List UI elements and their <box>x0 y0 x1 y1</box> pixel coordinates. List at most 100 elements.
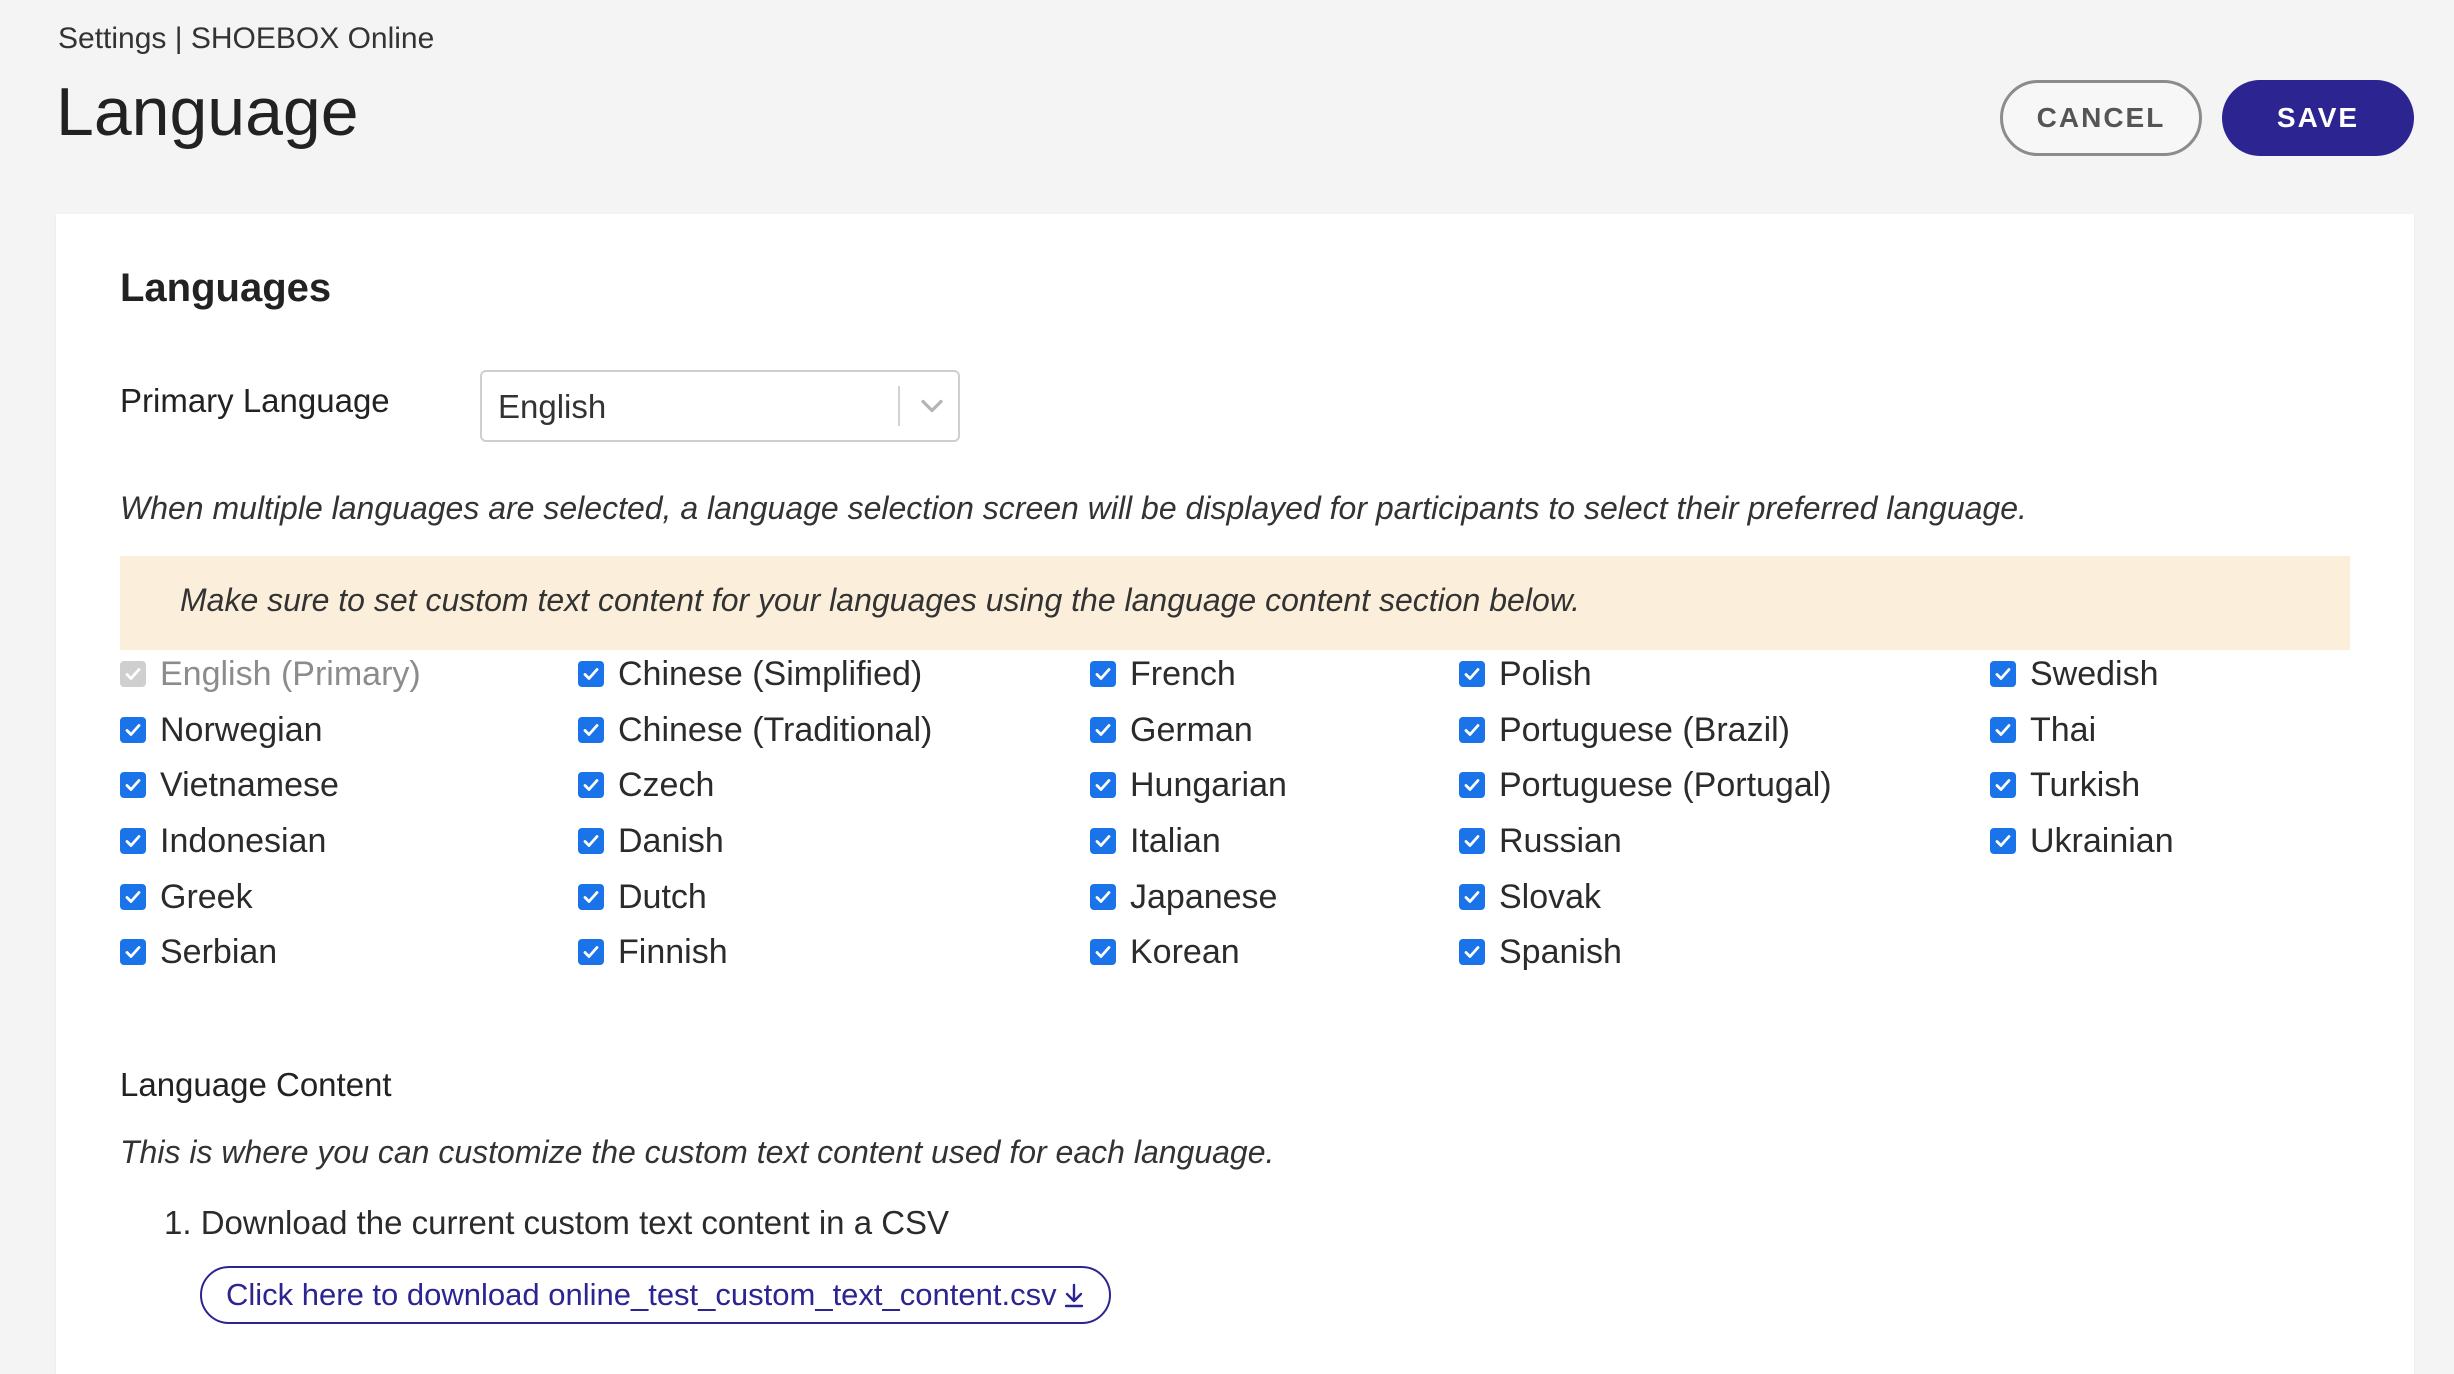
language-checkbox[interactable] <box>120 939 146 965</box>
language-label: German <box>1130 710 1253 749</box>
language-label: Turkish <box>2030 765 2141 804</box>
language-label: Norwegian <box>160 710 323 749</box>
language-label: Portuguese (Brazil) <box>1499 710 1791 749</box>
language-checkbox[interactable] <box>578 828 604 854</box>
language-option[interactable]: Russian <box>1459 816 1622 866</box>
language-option[interactable]: Chinese (Traditional) <box>578 705 932 755</box>
language-option[interactable]: Hungarian <box>1090 760 1287 810</box>
multi-language-info: When multiple languages are selected, a … <box>120 490 2027 526</box>
language-label: English (Primary) <box>160 654 421 693</box>
language-label: Polish <box>1499 654 1592 693</box>
language-checkbox[interactable] <box>1090 828 1116 854</box>
banner-text: Make sure to set custom text content for… <box>180 582 1580 618</box>
language-label: Thai <box>2030 710 2097 749</box>
language-label: Japanese <box>1130 877 1278 916</box>
language-label: Czech <box>618 765 715 804</box>
language-checkbox <box>120 661 146 687</box>
language-checkbox[interactable] <box>1459 884 1485 910</box>
language-checkbox[interactable] <box>578 661 604 687</box>
cancel-button[interactable]: CANCEL <box>2000 80 2202 156</box>
language-label: Italian <box>1130 821 1221 860</box>
download-csv-label: Click here to download online_test_custo… <box>226 1277 1057 1312</box>
language-label: Korean <box>1130 932 1240 971</box>
language-option[interactable]: Czech <box>578 760 714 810</box>
language-option: English (Primary) <box>120 649 421 699</box>
language-label: Serbian <box>160 932 278 971</box>
language-content-description: This is where you can customize the cust… <box>120 1134 1275 1170</box>
language-checkbox[interactable] <box>578 772 604 798</box>
language-checkbox[interactable] <box>120 884 146 910</box>
language-checkbox[interactable] <box>578 939 604 965</box>
language-checkbox[interactable] <box>1459 828 1485 854</box>
language-checkbox[interactable] <box>578 717 604 743</box>
download-csv-button[interactable]: Click here to download online_test_custo… <box>200 1266 1111 1324</box>
language-option[interactable]: Turkish <box>1990 760 2140 810</box>
breadcrumb: Settings | SHOEBOX Online <box>58 22 435 55</box>
language-checkbox[interactable] <box>120 772 146 798</box>
language-option[interactable]: Thai <box>1990 705 2096 755</box>
language-option[interactable]: Vietnamese <box>120 760 339 810</box>
language-checkbox[interactable] <box>1090 717 1116 743</box>
language-option[interactable]: Indonesian <box>120 816 326 866</box>
language-label: Chinese (Simplified) <box>618 654 923 693</box>
language-label: Greek <box>160 877 253 916</box>
section-title-languages: Languages <box>120 266 332 310</box>
language-label: French <box>1130 654 1236 693</box>
languages-card: Languages Primary Language English When … <box>56 214 2414 1374</box>
language-checkbox[interactable] <box>1990 772 2016 798</box>
language-checkbox[interactable] <box>1990 661 2016 687</box>
language-option[interactable]: German <box>1090 705 1253 755</box>
primary-language-value: English <box>498 388 607 425</box>
language-label: Indonesian <box>160 821 327 860</box>
save-button[interactable]: SAVE <box>2222 80 2414 156</box>
download-arrow-icon <box>1064 1283 1083 1308</box>
language-label: Swedish <box>2030 654 2159 693</box>
language-checkbox[interactable] <box>1459 717 1485 743</box>
language-option[interactable]: Dutch <box>578 872 707 922</box>
language-checkbox[interactable] <box>1090 772 1116 798</box>
language-option[interactable]: French <box>1090 649 1236 699</box>
page-title: Language <box>56 74 359 150</box>
language-checkbox[interactable] <box>578 884 604 910</box>
language-label: Finnish <box>618 932 728 971</box>
language-option[interactable]: Greek <box>120 872 253 922</box>
primary-language-label: Primary Language <box>120 382 390 419</box>
language-checkbox[interactable] <box>120 717 146 743</box>
language-option[interactable]: Portuguese (Portugal) <box>1459 760 1832 810</box>
language-option[interactable]: Polish <box>1459 649 1592 699</box>
language-option[interactable]: Finnish <box>578 927 728 977</box>
language-checkbox[interactable] <box>1459 939 1485 965</box>
primary-language-select[interactable]: English <box>480 370 960 442</box>
language-option[interactable]: Korean <box>1090 927 1240 977</box>
language-option[interactable]: Ukrainian <box>1990 816 2174 866</box>
language-option[interactable]: Swedish <box>1990 649 2159 699</box>
language-label: Portuguese (Portugal) <box>1499 765 1832 804</box>
language-label: Dutch <box>618 877 707 916</box>
chevron-down-icon[interactable] <box>914 388 950 424</box>
language-option[interactable]: Chinese (Simplified) <box>578 649 922 699</box>
language-label: Ukrainian <box>2030 821 2174 860</box>
language-label: Spanish <box>1499 932 1622 971</box>
section-title-language-content: Language Content <box>120 1066 392 1103</box>
language-label: Slovak <box>1499 877 1602 916</box>
language-option[interactable]: Norwegian <box>120 705 323 755</box>
language-option[interactable]: Italian <box>1090 816 1221 866</box>
language-checkbox[interactable] <box>1990 717 2016 743</box>
language-option[interactable]: Spanish <box>1459 927 1622 977</box>
language-option[interactable]: Japanese <box>1090 872 1277 922</box>
language-label: Vietnamese <box>160 765 339 804</box>
language-checkbox[interactable] <box>1090 661 1116 687</box>
language-option[interactable]: Serbian <box>120 927 277 977</box>
language-label: Russian <box>1499 821 1622 860</box>
language-checkbox[interactable] <box>1459 661 1485 687</box>
language-option[interactable]: Danish <box>578 816 724 866</box>
language-option[interactable]: Slovak <box>1459 872 1601 922</box>
language-label: Danish <box>618 821 724 860</box>
language-checkbox[interactable] <box>1090 939 1116 965</box>
language-label: Hungarian <box>1130 765 1287 804</box>
language-checkbox[interactable] <box>1990 828 2016 854</box>
language-option[interactable]: Portuguese (Brazil) <box>1459 705 1790 755</box>
language-checkbox[interactable] <box>1459 772 1485 798</box>
language-checkbox[interactable] <box>1090 884 1116 910</box>
language-checkbox[interactable] <box>120 828 146 854</box>
